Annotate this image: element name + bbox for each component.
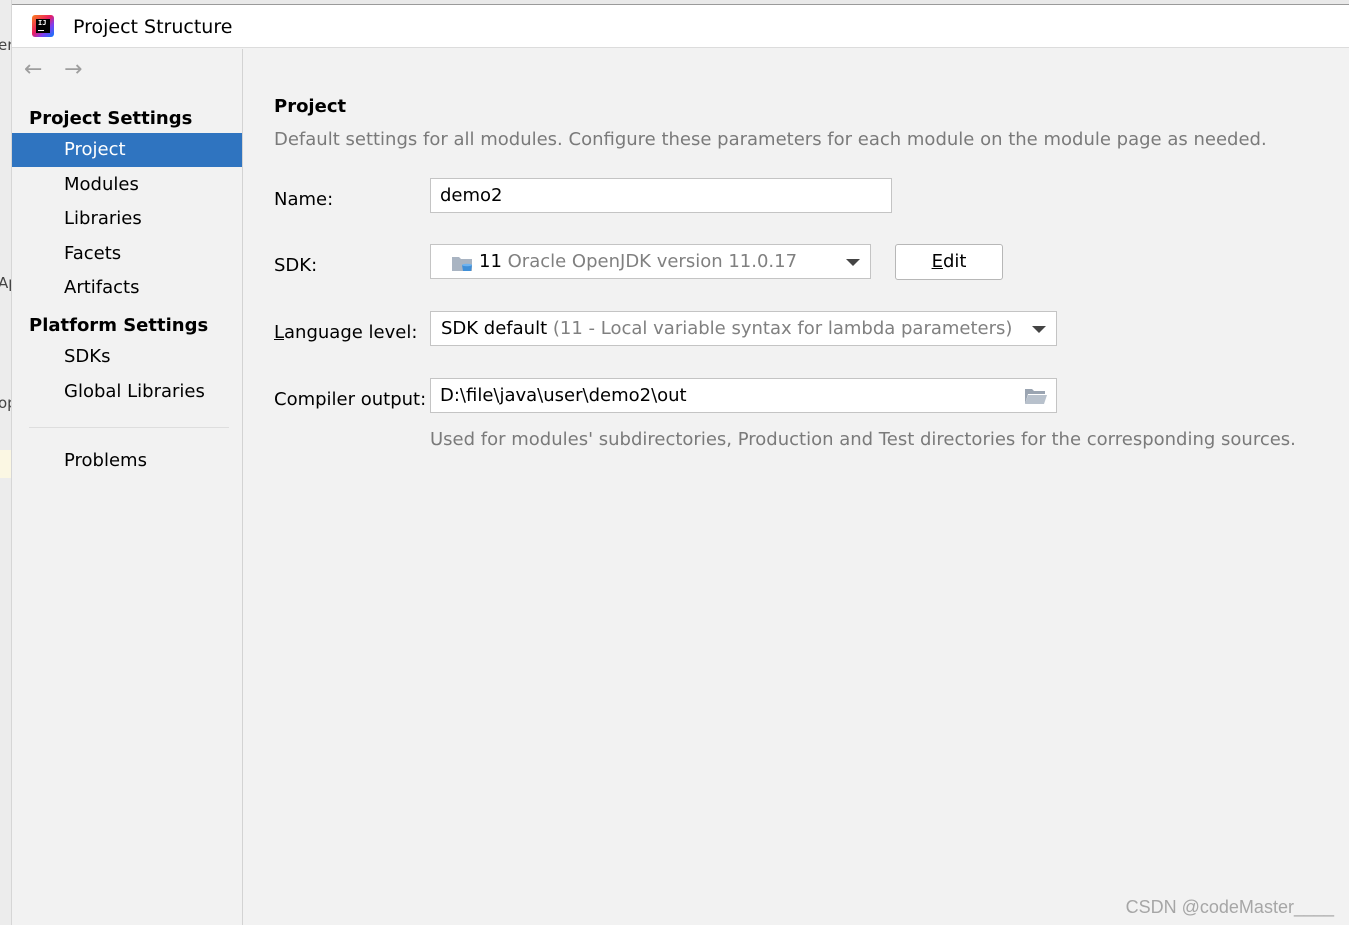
sidebar-item-problems[interactable]: Problems [12, 444, 242, 478]
language-level-mnemonic: L [274, 322, 285, 343]
language-level-label-text: anguage level: [284, 322, 418, 343]
page-description: Default settings for all modules. Config… [274, 129, 1267, 150]
settings-sidebar: ← → Project Settings Project Modules Lib… [12, 49, 243, 925]
sidebar-item-libraries[interactable]: Libraries [12, 202, 242, 236]
edit-sdk-button[interactable]: Edit [895, 244, 1003, 280]
platform-settings-header: Platform Settings [29, 315, 209, 336]
background-text-fragment: op [0, 394, 11, 412]
back-arrow-icon[interactable]: ← [24, 59, 42, 81]
sdk-dropdown[interactable]: 11 Oracle OpenJDK version 11.0.17 [430, 244, 871, 279]
watermark: CSDN @codeMaster____ [1125, 897, 1334, 917]
sdk-detail: Oracle OpenJDK version 11.0.17 [507, 251, 798, 272]
language-level-detail: (11 - Local variable syntax for lambda p… [552, 318, 1013, 339]
name-label: Name: [274, 189, 334, 210]
compiler-output-input[interactable]: D:\file\java\user\demo2\out [430, 378, 1057, 413]
title-bar[interactable]: IJ Project Structure [12, 5, 1349, 48]
language-level-label: Language level: [274, 322, 417, 343]
sidebar-item-facets[interactable]: Facets [12, 237, 242, 271]
compiler-output-label: Compiler output: [274, 389, 427, 410]
language-level-dropdown[interactable]: SDK default (11 - Local variable syntax … [430, 311, 1057, 346]
background-text-fragment: Ap [0, 274, 11, 292]
compiler-output-value: D:\file\java\user\demo2\out [440, 385, 687, 406]
project-name-input[interactable]: demo2 [430, 178, 892, 213]
project-structure-dialog: IJ Project Structure ← → Project Setting… [12, 5, 1349, 925]
sdk-version: 11 [479, 251, 502, 272]
sidebar-item-global-libraries[interactable]: Global Libraries [12, 375, 242, 409]
sidebar-item-project[interactable]: Project [12, 133, 242, 167]
edit-label: dit [942, 251, 967, 272]
intellij-logo-icon: IJ [32, 15, 54, 37]
language-level-value: SDK default [441, 318, 548, 339]
sidebar-item-modules[interactable]: Modules [12, 168, 242, 202]
chevron-down-icon [1032, 326, 1046, 333]
sdk-folder-icon [452, 257, 472, 271]
compiler-output-hint: Used for modules' subdirectories, Produc… [430, 429, 1296, 450]
window-title: Project Structure [73, 16, 233, 38]
background-text-fragment: en [0, 36, 11, 54]
forward-arrow-icon[interactable]: → [64, 59, 82, 81]
sidebar-item-artifacts[interactable]: Artifacts [12, 271, 242, 305]
project-settings-header: Project Settings [29, 108, 193, 129]
background-editor-strip: en Ap op [0, 0, 12, 925]
sdk-label: SDK: [274, 255, 318, 276]
sidebar-item-sdks[interactable]: SDKs [12, 340, 242, 374]
chevron-down-icon [846, 259, 860, 266]
folder-browse-icon[interactable] [1024, 387, 1048, 405]
edit-mnemonic: E [931, 251, 943, 272]
project-settings-panel: Project Default settings for all modules… [244, 49, 1349, 925]
background-highlight [0, 450, 11, 478]
page-title: Project [274, 96, 347, 117]
sidebar-divider [29, 427, 229, 428]
